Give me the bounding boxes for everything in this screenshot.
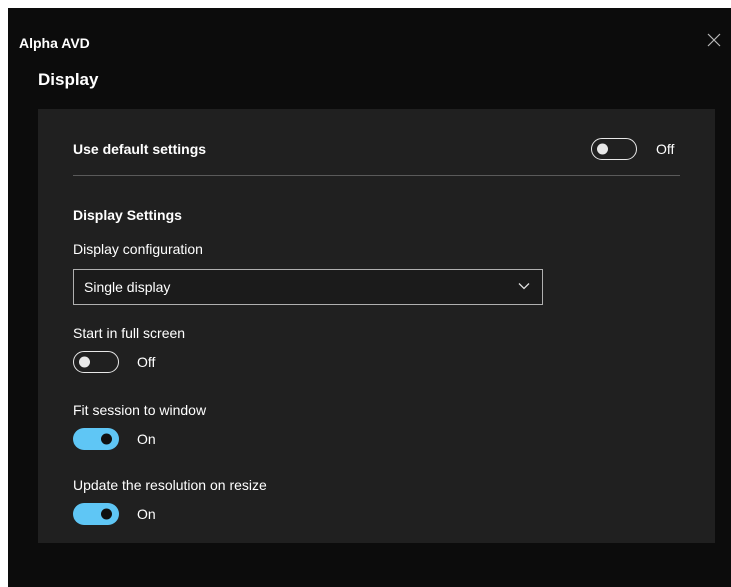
fit-session-state: On <box>137 431 156 447</box>
page-title: Display <box>38 70 99 89</box>
toggle-knob <box>79 356 90 368</box>
display-configuration-select[interactable]: Single display <box>73 269 543 305</box>
update-resolution-label: Update the resolution on resize <box>73 477 267 493</box>
display-configuration-label: Display configuration <box>73 241 203 257</box>
update-resolution-state: On <box>137 506 156 522</box>
chevron-down-icon <box>518 282 530 290</box>
display-settings-panel: Use default settings Off Display Setting… <box>38 109 715 543</box>
toggle-knob <box>597 143 608 155</box>
display-configuration-value: Single display <box>84 279 171 295</box>
toggle-knob <box>101 508 112 520</box>
close-icon <box>704 30 724 50</box>
full-screen-state: Off <box>137 354 156 370</box>
full-screen-label: Start in full screen <box>73 325 186 341</box>
fit-session-toggle[interactable] <box>73 428 119 450</box>
close-button[interactable] <box>704 30 724 50</box>
display-settings-heading: Display Settings <box>73 207 182 223</box>
use-default-settings-label: Use default settings <box>73 141 207 157</box>
section-divider <box>73 175 680 176</box>
settings-dialog: Alpha AVD Display Use default settings O… <box>8 8 731 587</box>
use-default-settings-state: Off <box>656 141 675 157</box>
fit-session-label: Fit session to window <box>73 402 207 418</box>
app-title: Alpha AVD <box>19 35 90 51</box>
full-screen-toggle[interactable] <box>73 351 119 373</box>
toggle-knob <box>101 433 112 445</box>
update-resolution-toggle[interactable] <box>73 503 119 525</box>
use-default-settings-toggle[interactable] <box>591 138 637 160</box>
